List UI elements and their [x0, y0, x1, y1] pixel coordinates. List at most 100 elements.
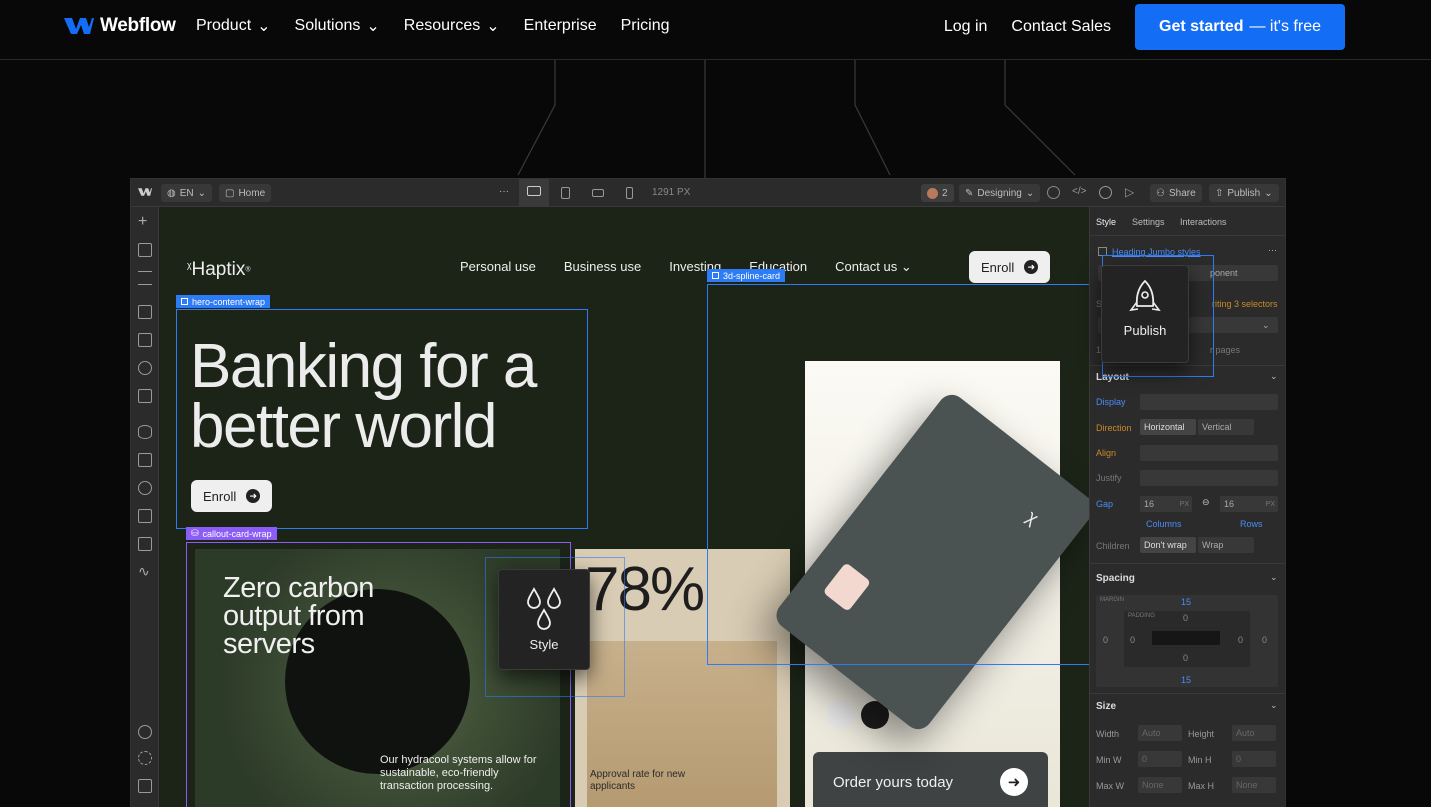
share-button[interactable]: ⚇ Share	[1150, 184, 1202, 202]
mode-switcher[interactable]: ✎ Designing ⌄	[959, 184, 1041, 202]
selection-tag-spline: 3d-spline-card	[707, 269, 786, 282]
color-swatch-white[interactable]	[827, 701, 855, 729]
apps-icon[interactable]	[138, 537, 152, 551]
haptix-logo-text: Haptix	[191, 259, 246, 280]
direction-vertical[interactable]: Vertical	[1198, 419, 1254, 435]
webflow-mini-icon[interactable]	[138, 187, 152, 197]
padding-right-value[interactable]: 0	[1238, 635, 1243, 645]
margin-right-value[interactable]: 0	[1262, 635, 1267, 645]
locale-switcher[interactable]: ◍ EN ⌄	[161, 184, 213, 202]
section-size[interactable]: Size	[1096, 701, 1116, 712]
get-started-button[interactable]: Get started — it's free	[1135, 4, 1345, 50]
activity-icon[interactable]: ∿	[138, 563, 150, 580]
design-canvas[interactable]: ᵡHaptix® Personal use Business use Inves…	[160, 207, 1090, 807]
nav-solutions[interactable]: Solutions ⌄	[295, 16, 380, 36]
site-nav-contact[interactable]: Contact us ⌄	[835, 259, 912, 275]
direction-horizontal[interactable]: Horizontal	[1140, 419, 1196, 435]
style-panel: Style Settings Interactions Heading Jumb…	[1089, 207, 1285, 807]
chevron-down-icon[interactable]: ⌄	[1270, 371, 1278, 382]
display-label: Display	[1096, 397, 1126, 407]
tablet-icon[interactable]	[561, 187, 570, 199]
padding-top-value[interactable]: 0	[1183, 613, 1188, 623]
cms-icon[interactable]	[138, 425, 152, 439]
haptix-logo[interactable]: ᵡHaptix®	[187, 259, 251, 281]
code-icon[interactable]: </>	[1072, 186, 1086, 197]
link-icon[interactable]: ⊖	[1202, 497, 1210, 508]
align-label: Align	[1096, 448, 1117, 458]
share-label: Share	[1168, 187, 1196, 199]
padding-box[interactable]: PADDING 0 0 0 0	[1124, 611, 1250, 667]
settings-gear-icon[interactable]	[138, 725, 152, 739]
rocket-icon: ⇧	[1215, 187, 1224, 199]
nav-enterprise-label: Enterprise	[523, 17, 597, 34]
chevron-down-icon: ⌄	[1262, 319, 1270, 330]
order-label: Order yours today	[833, 773, 954, 791]
selection-tag-spline-label: 3d-spline-card	[723, 270, 781, 281]
width-input[interactable]: Auto	[1138, 725, 1182, 741]
mode-label: Designing	[977, 187, 1022, 199]
comment-icon[interactable]	[1099, 186, 1112, 199]
site-nav-personal[interactable]: Personal use	[460, 259, 536, 275]
assets-icon[interactable]	[138, 389, 152, 403]
section-spacing[interactable]: Spacing	[1096, 573, 1135, 584]
avatar	[927, 187, 938, 199]
margin-left-value[interactable]: 0	[1103, 635, 1108, 645]
contact-sales-link[interactable]: Contact Sales	[1011, 18, 1111, 36]
margin-bottom-value[interactable]: 15	[1181, 675, 1191, 685]
collaborators[interactable]: 2	[921, 184, 954, 202]
children-wrap[interactable]: Wrap	[1198, 537, 1254, 553]
registered-mark: ®	[245, 266, 251, 274]
children-dont-wrap[interactable]: Don't wrap	[1140, 537, 1196, 553]
max-width-input[interactable]: None	[1138, 777, 1182, 793]
min-height-input[interactable]: 0	[1232, 751, 1276, 767]
pages-icon[interactable]	[138, 243, 152, 257]
page-switcher[interactable]: ▢ Home	[219, 184, 272, 202]
breakpoint-desktop-button[interactable]	[519, 179, 549, 207]
mobile-icon[interactable]	[626, 187, 633, 199]
gap-columns-input[interactable]: 16 PX	[1140, 496, 1192, 512]
align-options[interactable]	[1140, 445, 1278, 461]
users-icon[interactable]	[138, 481, 152, 495]
login-link[interactable]: Log in	[944, 18, 988, 36]
width-label: Width	[1096, 729, 1120, 739]
check-icon[interactable]	[1047, 186, 1060, 199]
justify-options[interactable]	[1140, 470, 1278, 486]
nav-resources[interactable]: Resources ⌄	[404, 16, 500, 36]
padding-bottom-value[interactable]: 0	[1183, 653, 1188, 663]
cart-icon[interactable]	[138, 509, 152, 523]
ecommerce-icon[interactable]	[138, 453, 152, 467]
height-input[interactable]: Auto	[1232, 725, 1276, 741]
more-icon[interactable]: ···	[1268, 245, 1277, 255]
nav-enterprise[interactable]: Enterprise	[524, 17, 597, 35]
webflow-logo[interactable]: Webflow	[64, 15, 176, 37]
tab-style[interactable]: Style	[1096, 217, 1116, 227]
more-icon[interactable]: ···	[499, 186, 509, 197]
preview-play-icon[interactable]: ▷	[1125, 185, 1134, 199]
variables-icon[interactable]	[138, 333, 152, 347]
display-options[interactable]	[1140, 394, 1278, 410]
min-width-input[interactable]: 0	[1138, 751, 1182, 767]
padding-left-value[interactable]: 0	[1130, 635, 1135, 645]
margin-top-value[interactable]: 15	[1181, 597, 1191, 607]
tab-settings[interactable]: Settings	[1132, 217, 1165, 227]
styles-icon[interactable]	[138, 361, 152, 375]
gap-rows-input[interactable]: 16 PX	[1220, 496, 1278, 512]
navigator-icon[interactable]	[138, 271, 152, 285]
max-height-input[interactable]: None	[1232, 777, 1276, 793]
landscape-icon[interactable]	[592, 189, 604, 197]
site-nav-business[interactable]: Business use	[564, 259, 641, 275]
chevron-down-icon[interactable]: ⌄	[1270, 572, 1278, 583]
order-button[interactable]: Order yours today ➜	[813, 752, 1048, 807]
site-enroll-button[interactable]: Enroll ➜	[969, 251, 1051, 283]
nav-pricing[interactable]: Pricing	[621, 17, 670, 35]
publish-button[interactable]: ⇧ Publish ⌄	[1209, 184, 1279, 202]
help-icon[interactable]	[138, 751, 152, 765]
nav-product[interactable]: Product ⌄	[196, 16, 271, 36]
tab-interactions[interactable]: Interactions	[1180, 217, 1227, 227]
add-icon[interactable]: +	[138, 213, 147, 231]
selection-spline-card	[707, 284, 1090, 665]
chevron-down-icon[interactable]: ⌄	[1270, 700, 1278, 711]
spacing-box-model[interactable]: MARGIN 15 0 0 PADDING 0 0 0 0 15	[1096, 595, 1278, 687]
components-icon[interactable]	[138, 305, 152, 319]
checklist-icon[interactable]	[138, 779, 152, 793]
